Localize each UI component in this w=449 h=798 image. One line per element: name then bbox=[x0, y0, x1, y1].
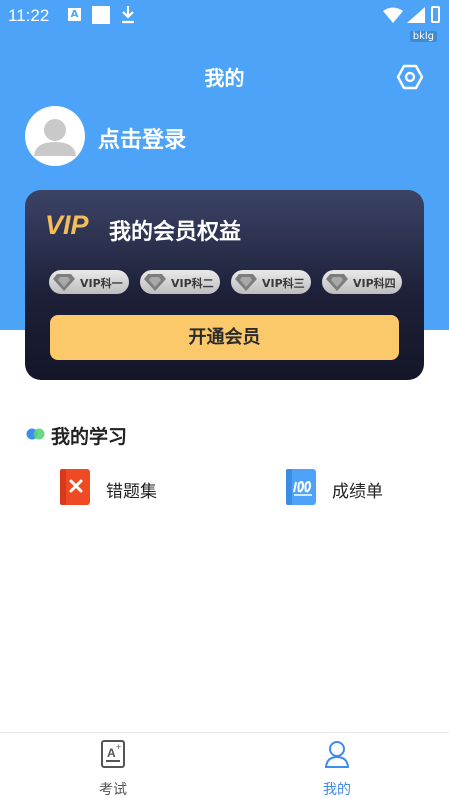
status-time: 11:22 bbox=[8, 6, 50, 25]
vip-card: VIP 我的会员权益 VIP科一 VIP科二 VIP科三 VIP科四 开通会员 bbox=[25, 190, 424, 380]
profile-icon bbox=[324, 741, 350, 768]
signal-icon bbox=[407, 7, 425, 27]
diamond-icon bbox=[235, 274, 257, 291]
settings-icon bbox=[396, 64, 424, 90]
score-report-icon bbox=[286, 469, 316, 505]
vip-badges: VIP科一 VIP科二 VIP科三 VIP科四 bbox=[49, 270, 402, 298]
vip-badge: VIP科一 bbox=[49, 270, 129, 294]
wrong-questions-icon bbox=[60, 469, 90, 505]
diamond-icon bbox=[53, 274, 75, 291]
avatar[interactable] bbox=[25, 106, 85, 166]
status-bar: 11:22 A bklg bbox=[0, 0, 449, 42]
battery-icon bbox=[431, 6, 440, 23]
svg-text:+: + bbox=[116, 742, 121, 752]
wifi-icon bbox=[383, 7, 403, 27]
login-link[interactable]: 点击登录 bbox=[98, 122, 186, 154]
exam-icon: A + bbox=[101, 740, 125, 768]
user-avatar-icon bbox=[34, 119, 76, 156]
a-notification-icon: A bbox=[68, 8, 81, 21]
settings-button[interactable] bbox=[396, 63, 424, 91]
page-title: 我的 bbox=[204, 66, 245, 90]
vip-badge: VIP科三 bbox=[231, 270, 311, 294]
vip-title: 我的会员权益 bbox=[109, 220, 242, 245]
section-dots-icon bbox=[26, 428, 45, 440]
status-sub-label: bklg bbox=[409, 31, 437, 42]
study-title: 我的学习 bbox=[51, 426, 128, 448]
download-icon bbox=[121, 4, 135, 29]
svg-text:A: A bbox=[107, 746, 116, 760]
tab-bar: A + 考试 我的 bbox=[0, 732, 449, 798]
open-vip-button[interactable]: 开通会员 bbox=[50, 315, 399, 360]
vip-badge: VIP科四 bbox=[322, 270, 402, 294]
vip-badge: VIP科二 bbox=[140, 270, 220, 294]
vip-logo: VIP bbox=[45, 210, 89, 240]
diamond-icon bbox=[144, 274, 166, 291]
diamond-icon bbox=[326, 274, 348, 291]
tab-exam[interactable]: A + 考试 bbox=[73, 739, 153, 798]
square-notification-icon bbox=[92, 6, 110, 24]
tab-mine[interactable]: 我的 bbox=[297, 739, 377, 798]
